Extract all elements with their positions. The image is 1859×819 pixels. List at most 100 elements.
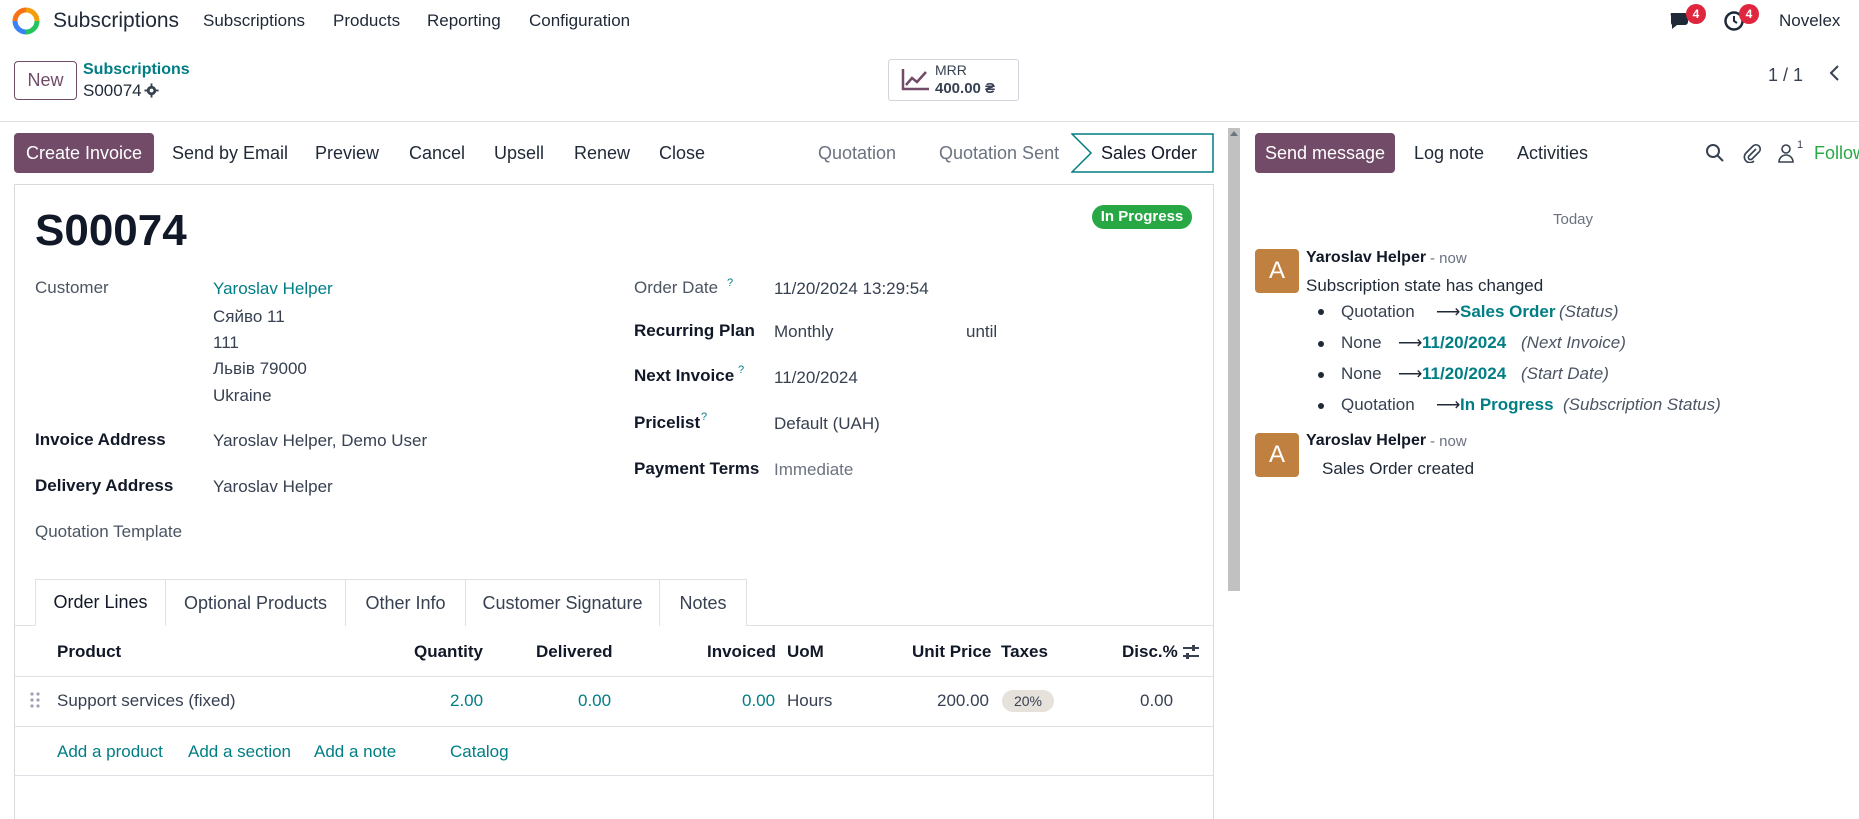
quotation-template-label: Quotation Template xyxy=(35,522,183,541)
recurring-plan-label: Recurring Plan xyxy=(634,321,755,340)
tab-notes[interactable]: Notes xyxy=(659,579,747,626)
column-header-delivered[interactable]: Delivered xyxy=(536,642,613,662)
message-time: - now xyxy=(1430,433,1467,450)
company-switcher[interactable]: Novelex xyxy=(1779,11,1840,31)
pager-value[interactable]: 1 / 1 xyxy=(1768,65,1803,86)
order-date-field[interactable]: 11/20/2024 13:29:54 xyxy=(774,279,929,299)
messages-badge: 4 xyxy=(1686,4,1706,24)
invoice-address-field[interactable]: Yaroslav Helper, Demo User xyxy=(213,431,427,451)
change-old-value: Quotation xyxy=(1341,302,1415,321)
message-time: - now xyxy=(1430,250,1467,267)
table-divider xyxy=(14,676,1214,677)
tab-other-info[interactable]: Other Info xyxy=(345,579,466,626)
change-new-value: 11/20/2024 xyxy=(1422,364,1507,383)
tab-customer-signature[interactable]: Customer Signature xyxy=(465,579,660,626)
follow-button[interactable]: Follow xyxy=(1814,143,1859,164)
mrr-value: 400.00 ₴ xyxy=(935,80,996,97)
cell-invoiced[interactable]: 0.00 xyxy=(742,691,775,711)
delivery-address-label: Delivery Address xyxy=(35,476,174,495)
arrow-right-icon: ⟶ xyxy=(1398,333,1423,352)
log-note-button[interactable]: Log note xyxy=(1414,143,1484,164)
cell-uom[interactable]: Hours xyxy=(787,691,832,711)
payment-terms-field[interactable]: Immediate xyxy=(774,460,853,480)
stage-quotation[interactable]: Quotation xyxy=(818,143,896,164)
menu-reporting[interactable]: Reporting xyxy=(427,11,501,31)
add-note-link[interactable]: Add a note xyxy=(314,742,396,762)
scrollbar-thumb[interactable] xyxy=(1228,128,1240,591)
avatar[interactable]: A xyxy=(1255,249,1299,293)
search-icon[interactable] xyxy=(1705,143,1725,163)
add-section-link[interactable]: Add a section xyxy=(188,742,291,762)
arrow-right-icon: ⟶ xyxy=(1436,302,1461,321)
app-logo-icon[interactable] xyxy=(12,7,40,35)
cell-quantity[interactable]: 2.00 xyxy=(450,691,483,711)
upsell-button[interactable]: Upsell xyxy=(494,143,544,164)
list-bullet xyxy=(1318,403,1324,409)
help-tooltip-icon[interactable]: ? xyxy=(738,364,744,376)
menu-subscriptions[interactable]: Subscriptions xyxy=(203,11,305,31)
drag-handle-icon[interactable] xyxy=(29,691,41,709)
message-author[interactable]: Yaroslav Helper xyxy=(1306,249,1426,267)
send-email-button[interactable]: Send by Email xyxy=(172,143,288,164)
breadcrumb-parent[interactable]: Subscriptions xyxy=(83,61,190,79)
avatar[interactable]: A xyxy=(1255,433,1299,477)
table-divider xyxy=(14,726,1214,727)
list-bullet xyxy=(1318,341,1324,347)
close-button[interactable]: Close xyxy=(659,143,705,164)
message-author[interactable]: Yaroslav Helper xyxy=(1306,432,1426,450)
arrow-right-icon: ⟶ xyxy=(1398,364,1423,383)
pricelist-field[interactable]: Default (UAH) xyxy=(774,414,880,434)
stage-sales-order[interactable]: Sales Order xyxy=(1101,143,1197,164)
cell-delivered[interactable]: 0.00 xyxy=(578,691,611,711)
gear-icon[interactable] xyxy=(144,83,159,98)
stage-quotation-sent[interactable]: Quotation Sent xyxy=(939,143,1059,164)
app-name[interactable]: Subscriptions xyxy=(53,9,179,33)
column-header-uom[interactable]: UoM xyxy=(787,642,824,662)
customer-address-line: Ukraine xyxy=(213,386,272,405)
change-new-value: In Progress xyxy=(1460,395,1554,414)
preview-button[interactable]: Preview xyxy=(315,143,379,164)
cancel-button[interactable]: Cancel xyxy=(409,143,465,164)
cell-disc[interactable]: 0.00 xyxy=(1140,691,1173,711)
next-invoice-field[interactable]: 11/20/2024 xyxy=(774,368,858,388)
followers-count: 1 xyxy=(1797,139,1804,151)
message-body: Sales Order created xyxy=(1322,459,1475,478)
top-navbar: Subscriptions Subscriptions Products Rep… xyxy=(0,0,1859,42)
arrow-right-icon: ⟶ xyxy=(1436,395,1461,414)
column-header-invoiced[interactable]: Invoiced xyxy=(707,642,776,662)
record-title: S00074 xyxy=(35,206,187,255)
user-icon[interactable] xyxy=(1776,143,1796,163)
menu-configuration[interactable]: Configuration xyxy=(529,11,630,31)
customer-field[interactable]: Yaroslav Helper xyxy=(213,279,333,299)
column-header-product[interactable]: Product xyxy=(57,642,121,662)
help-tooltip-icon[interactable]: ? xyxy=(701,411,707,423)
catalog-link[interactable]: Catalog xyxy=(450,742,509,762)
recurring-plan-field[interactable]: Monthly xyxy=(774,322,834,342)
column-header-unit-price[interactable]: Unit Price xyxy=(912,642,991,662)
create-invoice-button[interactable]: Create Invoice xyxy=(14,133,154,173)
send-message-button[interactable]: Send message xyxy=(1255,133,1395,173)
new-button[interactable]: New xyxy=(14,61,77,100)
change-new-value: Sales Order xyxy=(1460,302,1556,321)
change-old-value: None xyxy=(1341,364,1382,383)
customer-address-line: Львів 79000 xyxy=(213,359,307,378)
column-settings-icon[interactable] xyxy=(1182,643,1200,661)
help-tooltip-icon[interactable]: ? xyxy=(727,277,733,289)
scroll-up-arrow-icon[interactable] xyxy=(1228,128,1240,138)
column-header-disc[interactable]: Disc.% xyxy=(1122,642,1178,662)
chevron-left-icon[interactable] xyxy=(1825,63,1845,83)
add-product-link[interactable]: Add a product xyxy=(57,742,163,762)
column-header-quantity[interactable]: Quantity xyxy=(414,642,483,662)
activities-button[interactable]: Activities xyxy=(1517,143,1588,164)
activities-badge: 4 xyxy=(1739,4,1759,24)
tab-optional-products[interactable]: Optional Products xyxy=(165,579,346,626)
cell-product[interactable]: Support services (fixed) xyxy=(57,691,236,711)
menu-products[interactable]: Products xyxy=(333,11,400,31)
cell-taxes-badge[interactable]: 20% xyxy=(1002,690,1054,712)
cell-unit-price[interactable]: 200.00 xyxy=(937,691,989,711)
renew-button[interactable]: Renew xyxy=(574,143,630,164)
delivery-address-field[interactable]: Yaroslav Helper xyxy=(213,477,333,497)
paperclip-icon[interactable] xyxy=(1742,143,1762,163)
column-header-taxes[interactable]: Taxes xyxy=(1001,642,1048,662)
tab-order-lines[interactable]: Order Lines xyxy=(35,579,166,626)
